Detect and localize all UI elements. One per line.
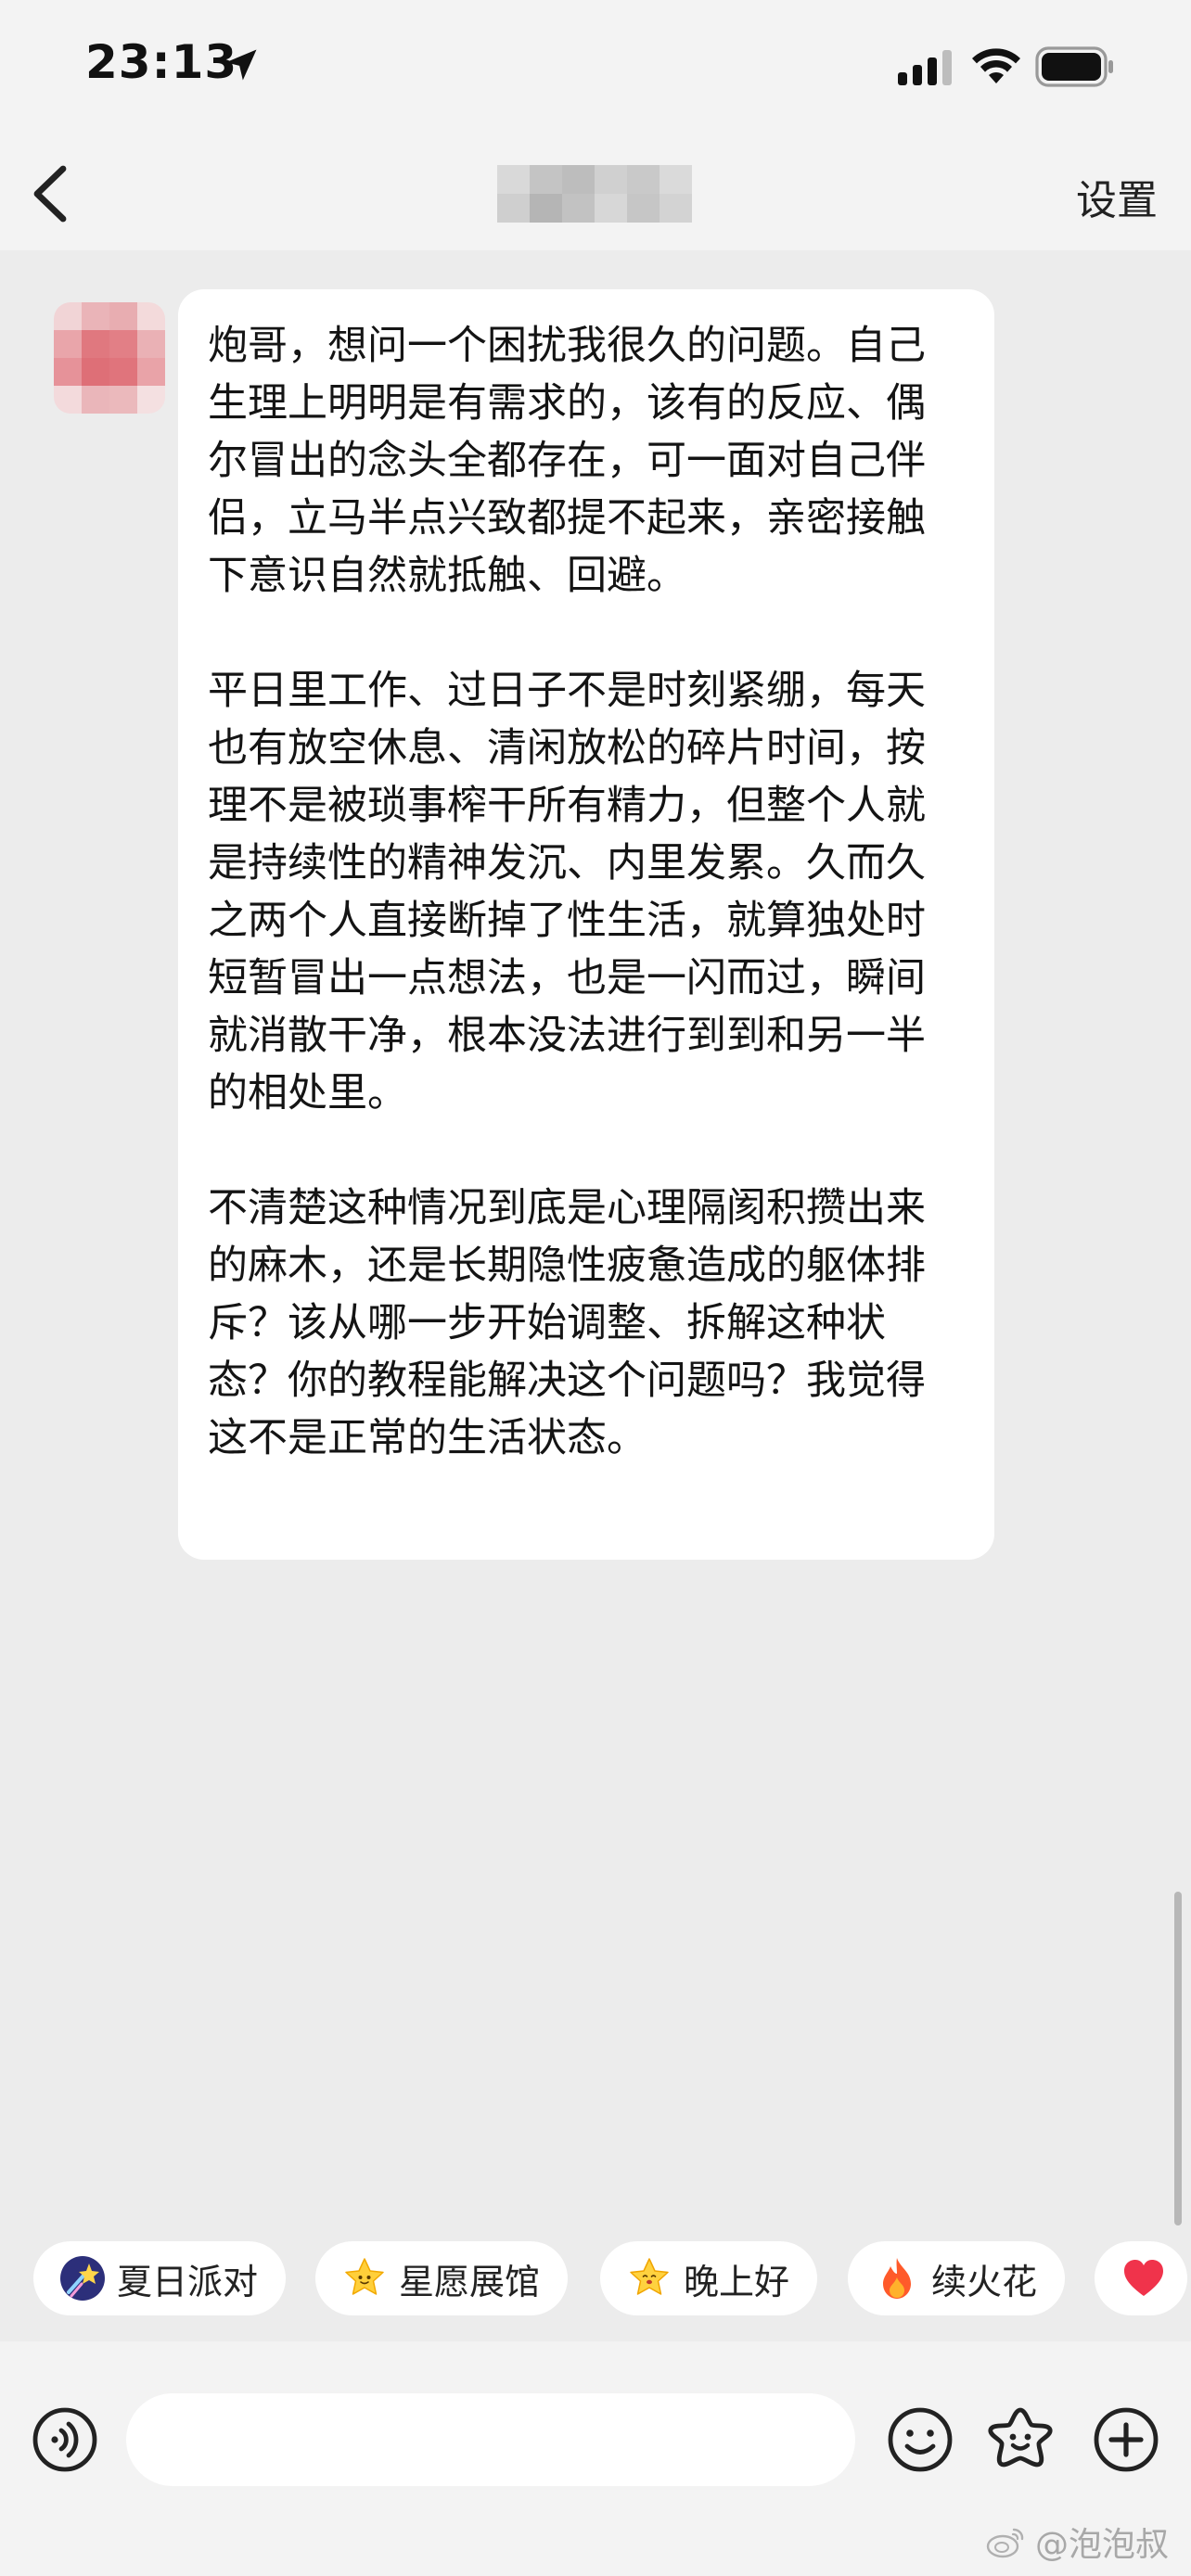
- signal-icon: [898, 50, 952, 85]
- chip-heart[interactable]: [1095, 2241, 1187, 2315]
- chip-summer-party[interactable]: 夏日派对: [33, 2241, 287, 2315]
- star-smile-icon: [630, 2258, 669, 2295]
- chat-area[interactable]: 炮哥，想问一个困扰我很久的问题。自己生理上明明是有需求的，该有的反应、偶尔冒出的…: [0, 250, 1191, 2225]
- voice-icon[interactable]: [32, 2406, 98, 2473]
- chip-label: 夏日派对: [117, 2261, 259, 2302]
- wifi-icon: [972, 48, 1020, 83]
- nav-bar: 设置: [0, 139, 1191, 250]
- quick-chips-row: 夏日派对 星愿展馆 晚上好 续火花: [0, 2230, 1191, 2332]
- plus-icon[interactable]: [1093, 2406, 1159, 2473]
- status-bar: 23:13: [0, 0, 1191, 139]
- sticker-icon[interactable]: [985, 2404, 1056, 2475]
- contact-name-blurred: [497, 165, 692, 223]
- avatar[interactable]: [54, 302, 165, 414]
- chevron-left-icon[interactable]: [26, 161, 78, 226]
- chip-label: 星愿展馆: [399, 2261, 541, 2302]
- star-face-icon: [345, 2258, 384, 2295]
- fire-icon: [883, 2258, 911, 2299]
- message-input[interactable]: [126, 2393, 855, 2486]
- status-time: 23:13: [85, 35, 238, 89]
- watermark-text: @泡泡叔: [1034, 2526, 1169, 2564]
- heart-icon: [1124, 2260, 1163, 2296]
- message-paragraph: 平日里工作、过日子不是时刻紧绷，每天也有放空休息、清闲放松的碎片时间，按理不是被…: [208, 668, 926, 1116]
- chip-star-wish-gallery[interactable]: 星愿展馆: [315, 2241, 569, 2315]
- watermark: @泡泡叔: [985, 2518, 1169, 2566]
- location-arrow-icon: [225, 49, 257, 81]
- scrollbar[interactable]: [1174, 1892, 1182, 2225]
- emoji-icon[interactable]: [887, 2406, 954, 2473]
- shooting-star-icon: [60, 2256, 105, 2301]
- message-paragraph: 炮哥，想问一个困扰我很久的问题。自己生理上明明是有需求的，该有的反应、偶尔冒出的…: [208, 323, 926, 599]
- chip-label: 晚上好: [684, 2261, 790, 2302]
- chip-label: 续火花: [931, 2261, 1038, 2302]
- chip-continue-spark[interactable]: 续火花: [848, 2241, 1066, 2315]
- message-paragraph: 不清楚这种情况到底是心理隔阂积攒出来的麻木，还是长期隐性疲惫造成的躯体排斥？该从…: [208, 1185, 926, 1461]
- chip-good-evening[interactable]: 晚上好: [600, 2241, 818, 2315]
- weibo-logo-icon: [986, 2528, 1024, 2558]
- settings-button[interactable]: 设置: [1076, 167, 1158, 226]
- message-bubble[interactable]: 炮哥，想问一个困扰我很久的问题。自己生理上明明是有需求的，该有的反应、偶尔冒出的…: [178, 289, 994, 1560]
- battery-icon: [1035, 46, 1113, 87]
